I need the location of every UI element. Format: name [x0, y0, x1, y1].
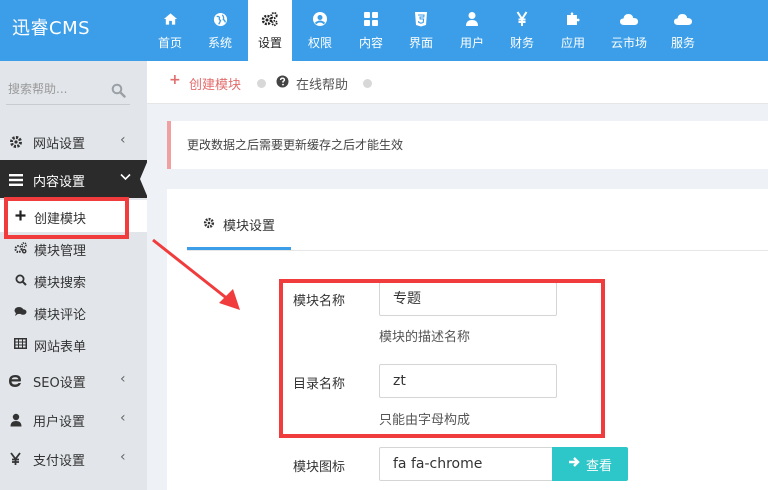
tab-label: 模块设置: [223, 219, 276, 234]
nav-apps[interactable]: 应用: [550, 0, 596, 61]
sidebar: 搜索帮助... 网站设置 ‹ 内容设置 创建模块 模块管理 模块搜索 模块评论 …: [0, 61, 148, 490]
cloud-icon: [604, 10, 654, 28]
sidebar-item-module-search[interactable]: 模块搜索: [0, 264, 147, 296]
cogs-icon: [248, 10, 292, 28]
breadcrumb-create-module[interactable]: 创建模块: [189, 74, 241, 93]
nav-apps-label: 应用: [560, 36, 585, 50]
home-icon: [147, 10, 193, 28]
question-circle-icon: [276, 75, 289, 92]
user-icon: [449, 10, 495, 28]
search-icon: [14, 273, 27, 286]
notice-text: 更改数据之后需要更新缓存之后才能生效: [187, 138, 404, 152]
breadcrumb-separator: [363, 79, 372, 88]
view-icon-button[interactable]: 查看: [552, 447, 628, 481]
nav-home[interactable]: 首页: [147, 0, 193, 61]
nav-cloud-market-label: 云市场: [610, 36, 647, 50]
sidebar-item-site-forms[interactable]: 网站表单: [0, 328, 147, 360]
sidebar-item-label: 网站表单: [34, 340, 87, 355]
sidebar-item-pay-settings[interactable]: 支付设置 ‹: [0, 439, 147, 477]
nav-users-label: 用户: [459, 36, 484, 50]
sidebar-item-label: 用户设置: [33, 415, 86, 430]
notice-alert: 更改数据之后需要更新缓存之后才能生效: [167, 121, 768, 169]
sidebar-item-site-settings[interactable]: 网站设置 ‹: [0, 122, 147, 160]
breadcrumb-separator: [257, 79, 266, 88]
gear-icon: [203, 217, 215, 233]
nav-finance[interactable]: 财务: [499, 0, 545, 61]
nav-service[interactable]: 服务: [660, 0, 706, 61]
sidebar-item-label: 模块搜索: [34, 276, 87, 291]
top-navbar: 迅睿CMS 首页 系统 设置 权限 内容 界面 用户 财务 应用 云市场 服务: [0, 0, 768, 61]
nav-settings[interactable]: 设置: [248, 0, 292, 61]
nav-settings-label: 设置: [257, 36, 282, 50]
bars-icon: [8, 172, 23, 187]
sidebar-item-seo-settings[interactable]: SEO设置 ‹: [0, 361, 147, 399]
nav-service-label: 服务: [670, 36, 695, 50]
user-icon: [8, 412, 23, 427]
sidebar-item-user-settings[interactable]: 用户设置 ‹: [0, 400, 147, 438]
user-circle-icon: [297, 10, 343, 28]
nav-interface[interactable]: 界面: [398, 0, 444, 61]
nav-cloud-market[interactable]: 云市场: [604, 0, 654, 61]
html5-icon: [398, 10, 444, 28]
plus-icon: +: [169, 72, 181, 88]
nav-home-label: 首页: [157, 36, 182, 50]
view-button-label: 查看: [585, 458, 612, 474]
cogs-icon: [14, 241, 27, 254]
gear-icon: [8, 134, 23, 149]
sidebar-item-label: SEO设置: [33, 376, 86, 391]
nav-content-label: 内容: [358, 36, 383, 50]
chevron-down-icon: [120, 169, 131, 185]
breadcrumb-online-help[interactable]: 在线帮助: [296, 74, 348, 93]
arrow-right-icon: [568, 456, 580, 472]
sidebar-item-label: 内容设置: [33, 175, 86, 190]
sidebar-item-module-comments[interactable]: 模块评论: [0, 296, 147, 328]
sidebar-item-label: 支付设置: [33, 454, 86, 469]
tab-divider: [187, 250, 768, 251]
nav-permissions-label: 权限: [307, 36, 332, 50]
annotation-arrow: [152, 238, 240, 310]
search-input[interactable]: 搜索帮助...: [8, 80, 67, 97]
nav-users[interactable]: 用户: [449, 0, 495, 61]
yen-icon: [499, 10, 545, 28]
breadcrumb: + 创建模块 在线帮助: [147, 61, 768, 104]
chevron-left-icon: ‹: [120, 371, 126, 387]
nav-permissions[interactable]: 权限: [297, 0, 343, 61]
grid-icon: [348, 10, 394, 28]
chevron-left-icon: ‹: [120, 132, 126, 148]
highlight-box: [4, 197, 129, 239]
sidebar-item-content-settings[interactable]: 内容设置: [0, 160, 148, 198]
chevron-left-icon: ‹: [120, 449, 126, 465]
search-icon[interactable]: [111, 83, 126, 102]
active-indicator: [140, 160, 148, 198]
sidebar-search[interactable]: 搜索帮助...: [6, 77, 130, 105]
yen-icon: [8, 451, 23, 466]
sidebar-item-label: 模块管理: [34, 244, 87, 259]
ie-icon: [8, 373, 23, 388]
nav-system[interactable]: 系统: [197, 0, 243, 61]
cloud-icon: [660, 10, 706, 28]
nav-content[interactable]: 内容: [348, 0, 394, 61]
comments-icon: [14, 305, 27, 318]
nav-system-label: 系统: [207, 36, 232, 50]
highlight-box: [279, 279, 605, 438]
sidebar-item-label: 模块评论: [34, 308, 87, 323]
app-logo[interactable]: 迅睿CMS: [12, 14, 90, 40]
module-icon-label: 模块图标: [293, 460, 346, 475]
nav-interface-label: 界面: [408, 36, 433, 50]
module-icon-field[interactable]: fa fa-chrome: [379, 447, 553, 481]
chevron-left-icon: ‹: [120, 410, 126, 426]
nav-finance-label: 财务: [509, 36, 534, 50]
globe-icon: [197, 10, 243, 28]
puzzle-icon: [550, 10, 596, 28]
sidebar-item-label: 网站设置: [33, 137, 86, 152]
table-icon: [14, 337, 27, 350]
